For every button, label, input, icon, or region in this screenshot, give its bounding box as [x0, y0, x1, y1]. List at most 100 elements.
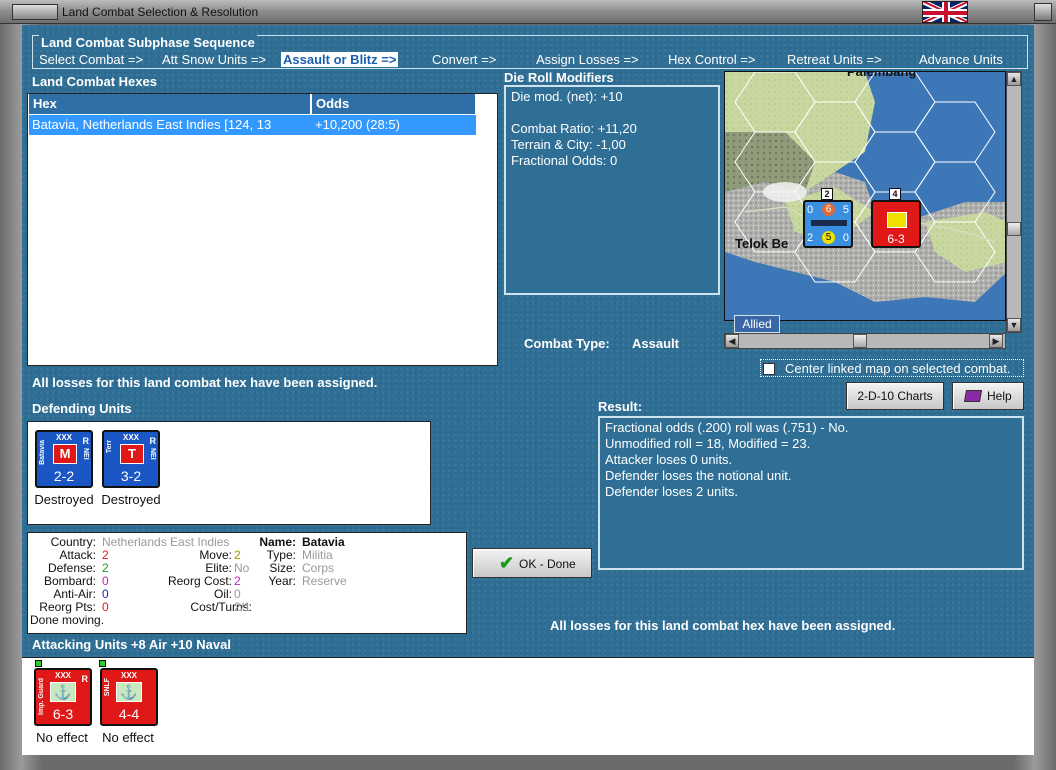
stat-bombard: 0 [102, 574, 109, 588]
attacking-unit-imp-guard[interactable]: XXX Imp. Guard R ⚓ 6-3 [34, 668, 92, 726]
map-land-counter[interactable]: 6-3 [871, 200, 921, 248]
stat-year: Reserve [302, 574, 347, 588]
column-header-odds[interactable]: Odds [312, 94, 476, 114]
unit-ready-icon [35, 660, 42, 667]
charts-button[interactable]: 2-D-10 Charts [846, 382, 944, 410]
naval-counter[interactable]: 0 6 5 2 5 0 [803, 200, 853, 248]
map-vertical-scrollbar[interactable]: ▲ ▼ [1006, 71, 1022, 333]
unit-ready-icon [99, 660, 106, 667]
naval-bottom-mid: 5 [822, 231, 835, 244]
attacking-units-box: XXX Imp. Guard R ⚓ 6-3 No effect XXX SNL… [22, 657, 1034, 755]
ok-done-button[interactable]: ✔ OK - Done [472, 548, 592, 578]
stat-elite: No [234, 561, 250, 575]
fractional-odds: Fractional Odds: 0 [511, 153, 618, 168]
stat-label: Reorg Cost: [167, 574, 232, 588]
scroll-right-icon[interactable]: ▶ [989, 334, 1003, 348]
help-book-icon [963, 390, 983, 402]
subphase-sequence: Land Combat Subphase Sequence Select Com… [32, 35, 1028, 69]
defending-units-box: XXX Batavia R NEI M 2-2 Destroyed XXX Te… [27, 421, 431, 525]
result-line: Fractional odds (.200) roll was (.751) -… [605, 420, 849, 435]
checkmark-icon: ✔ [499, 553, 515, 573]
scroll-down-icon[interactable]: ▼ [1007, 318, 1021, 332]
result-line: Attacker loses 0 units. [605, 452, 733, 467]
stat-reorg-pts: 0 [102, 600, 109, 614]
attacking-title: Attacking Units +8 Air +10 Naval [32, 637, 231, 652]
title-bar: Land Combat Selection & Resolution [0, 0, 1056, 24]
result-line: Defender loses 2 units. [605, 484, 738, 499]
seq-step-retreat: Retreat Units => [787, 52, 882, 67]
stat-label: Year: [268, 574, 296, 588]
stat-reorg-cost: 2 [234, 574, 241, 588]
result-box: Fractional odds (.200) roll was (.751) -… [598, 416, 1024, 570]
naval-top-mid: 6 [822, 203, 835, 216]
map-horizontal-scrollbar[interactable]: ◀ ▶ [724, 333, 1006, 349]
result-line: Unmodified roll = 18, Modified = 23. [605, 436, 811, 451]
allied-tab[interactable]: Allied [734, 315, 780, 333]
close-icon[interactable] [1034, 3, 1052, 21]
scroll-thumb-vertical[interactable] [1007, 222, 1021, 236]
guard-symbol-icon [887, 212, 907, 228]
seq-step-assault-blitz: Assault or Blitz => [281, 52, 399, 67]
center-map-label: Center linked map on selected combat. [785, 361, 1011, 376]
stat-move: 2 [234, 548, 241, 562]
stat-label: Name: [259, 535, 296, 549]
uk-flag-icon [922, 1, 968, 23]
window-menu-button[interactable] [12, 4, 58, 20]
map-label-palembang: Palembang [847, 71, 917, 79]
stat-done-moving: Done moving. [30, 613, 105, 627]
marine-symbol-icon: ⚓ [116, 682, 142, 702]
naval-top-left: 0 [807, 204, 814, 216]
scroll-up-icon[interactable]: ▲ [1007, 72, 1021, 86]
seq-step-select-combat: Select Combat => [39, 52, 144, 67]
hex-cell: Batavia, Netherlands East Indies [124, 1… [32, 117, 272, 132]
stat-antiair: 0 [102, 587, 109, 601]
unit-strength: 3-2 [120, 468, 142, 484]
naval-bottom-right: 0 [842, 232, 849, 244]
stat-defense: 2 [102, 561, 109, 575]
ship-icon [811, 220, 847, 226]
hexes-title: Land Combat Hexes [32, 74, 157, 89]
hexes-table: Hex Odds Batavia, Netherlands East Indie… [27, 93, 498, 366]
stack-count-land: 4 [889, 188, 901, 200]
stat-label: Reorg Pts: [39, 600, 96, 614]
map-terrain [725, 72, 1005, 320]
result-title: Result: [598, 399, 643, 414]
checkbox-box[interactable] [763, 363, 775, 375]
seq-step-att-snow: Att Snow Units => [162, 52, 267, 67]
seq-step-hex-control: Hex Control => [668, 52, 756, 67]
unit-stats-box: Country: Netherlands East Indies Attack:… [27, 532, 467, 634]
seq-step-assign-losses: Assign Losses => [536, 52, 639, 67]
die-roll-title: Die Roll Modifiers [504, 70, 614, 85]
stat-label: Move: [199, 548, 232, 562]
unit-reserve-flag: R [81, 674, 89, 684]
mini-map[interactable]: Palembang Telok Be 2 4 0 6 5 2 5 0 6-3 [724, 71, 1006, 321]
table-row[interactable]: Batavia, Netherlands East Indies [124, 1… [29, 115, 476, 135]
ok-label: OK - Done [519, 557, 576, 571]
defending-unit-terr[interactable]: XXX Terr R NEI T 3-2 [102, 430, 160, 488]
naval-top-right: 5 [842, 204, 849, 216]
seq-step-advance: Advance Units [919, 52, 1003, 67]
stat-label: Oil: [214, 587, 232, 601]
stat-label: Elite: [205, 561, 232, 575]
seq-step-convert: Convert => [432, 52, 497, 67]
stat-type: Militia [302, 548, 333, 562]
stack-count-naval: 2 [821, 188, 833, 200]
stat-label: Size: [269, 561, 296, 575]
column-header-hex[interactable]: Hex [29, 94, 311, 114]
result-line: Defender loses the notional unit. [605, 468, 792, 483]
defending-unit-batavia[interactable]: XXX Batavia R NEI M 2-2 [35, 430, 93, 488]
defending-title: Defending Units [32, 401, 132, 416]
attacking-unit-snlf[interactable]: XXX SNLF ⚓ 4-4 [100, 668, 158, 726]
center-map-checkbox[interactable]: Center linked map on selected combat. [760, 359, 1024, 377]
losses-message-top: All losses for this land combat hex have… [32, 375, 378, 390]
stat-label: Attack: [59, 548, 96, 562]
window-title: Land Combat Selection & Resolution [62, 5, 259, 19]
stat-label: Bombard: [43, 574, 96, 588]
unit-name: Terr [106, 440, 113, 454]
scroll-thumb-horizontal[interactable] [853, 334, 867, 348]
stat-label: Defense: [47, 561, 96, 575]
stat-label: Anti-Air: [53, 587, 96, 601]
help-button[interactable]: Help [952, 382, 1024, 410]
stat-oil: 0 [234, 587, 241, 601]
scroll-left-icon[interactable]: ◀ [725, 334, 739, 348]
